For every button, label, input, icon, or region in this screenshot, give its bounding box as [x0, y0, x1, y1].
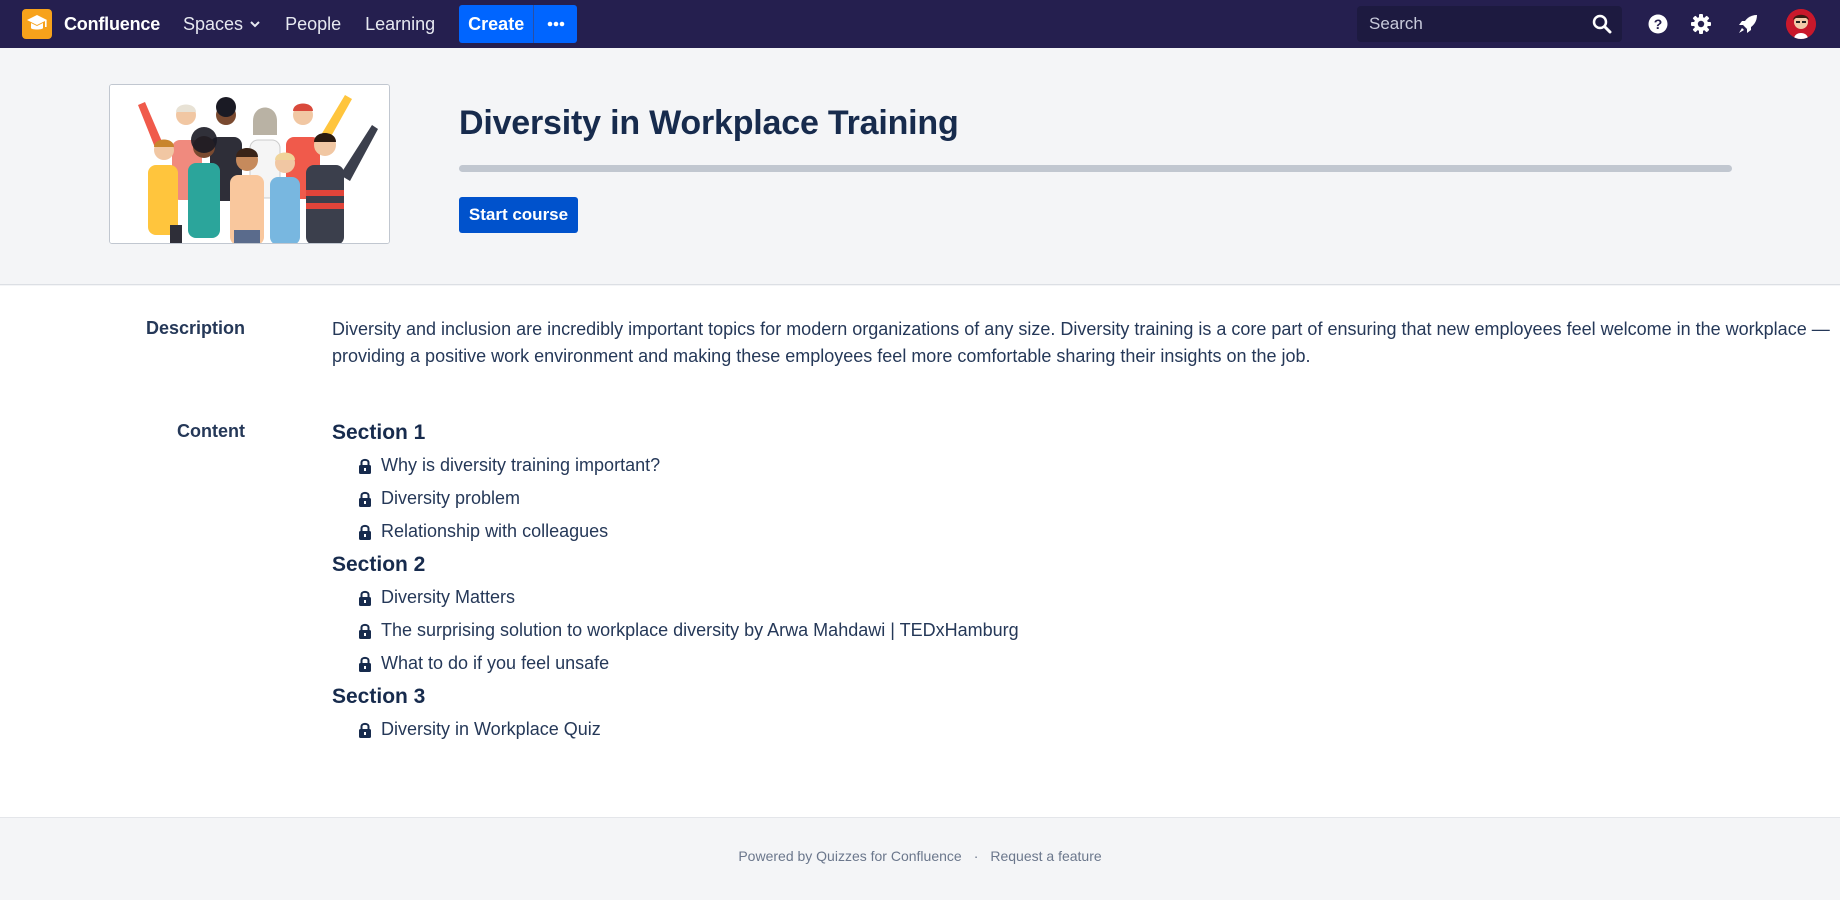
content-label: Content [177, 421, 245, 441]
notifications-icon[interactable] [1737, 13, 1759, 40]
search-icon[interactable] [1592, 14, 1612, 39]
page-footer: Powered by Quizzes for Confluence · Requ… [0, 817, 1840, 900]
ellipsis-icon [547, 21, 564, 27]
lesson-item[interactable]: What to do if you feel unsafe [332, 647, 1019, 680]
lesson-title: Relationship with colleagues [381, 521, 609, 541]
lock-icon [358, 590, 372, 606]
description-label: Description [145, 318, 245, 338]
nav-spaces-label: Spaces [183, 13, 244, 34]
course-progress-bar [459, 165, 1732, 172]
chevron-down-icon [249, 18, 261, 30]
request-feature-link[interactable]: Request a feature [990, 848, 1101, 864]
lesson-item[interactable]: Diversity in Workplace Quiz [332, 713, 1019, 746]
start-course-button[interactable]: Start course [459, 197, 578, 233]
confluence-logo-icon [22, 9, 52, 39]
brand-name: Confluence [64, 13, 161, 34]
top-navigation: Confluence Spaces People Learning Create… [0, 0, 1840, 48]
course-details: Description Diversity and inclusion are … [0, 286, 1840, 817]
search-box [1357, 6, 1622, 42]
lesson-title: Diversity problem [381, 488, 521, 508]
course-description: Diversity and inclusion are incredibly i… [332, 319, 1830, 366]
section-title: Section 1 [332, 421, 426, 444]
course-title: Diversity in Workplace Training [459, 104, 959, 142]
lesson-title: What to do if you feel unsafe [381, 653, 610, 673]
nav-spaces[interactable]: Spaces [183, 14, 261, 35]
lock-icon [358, 656, 372, 672]
lock-icon [358, 623, 372, 639]
course-content-list: Section 1 Why is diversity training impo… [332, 416, 1019, 746]
lock-icon [358, 458, 372, 474]
lesson-title: Why is diversity training important? [381, 455, 661, 475]
lesson-item[interactable]: Why is diversity training important? [332, 449, 1019, 482]
lesson-title: The surprising solution to workplace div… [381, 620, 1019, 640]
lock-icon [358, 722, 372, 738]
lock-icon [358, 524, 372, 540]
more-create-options-button[interactable] [533, 5, 578, 43]
user-avatar[interactable] [1786, 9, 1816, 39]
nav-people-label: People [285, 13, 342, 34]
confluence-logo[interactable]: Confluence [22, 9, 160, 39]
lesson-item[interactable]: The surprising solution to workplace div… [332, 614, 1019, 647]
powered-by-link[interactable]: Powered by Quizzes for Confluence [738, 848, 961, 864]
svg-text:?: ? [1654, 16, 1663, 32]
create-button[interactable]: Create [459, 5, 534, 43]
lesson-title: Diversity Matters [381, 587, 516, 607]
search-input[interactable] [1357, 14, 1577, 34]
create-button-group: Create [459, 5, 578, 43]
settings-icon[interactable] [1690, 13, 1712, 40]
section-title: Section 3 [332, 685, 426, 708]
section-title: Section 2 [332, 553, 426, 576]
nav-learning-label: Learning [365, 13, 436, 34]
lesson-item[interactable]: Diversity Matters [332, 581, 1019, 614]
help-icon[interactable]: ? [1647, 13, 1669, 40]
lesson-item[interactable]: Relationship with colleagues [332, 515, 1019, 548]
course-header: Diversity in Workplace Training Start co… [0, 48, 1840, 285]
course-cover-image [109, 84, 390, 244]
lesson-item[interactable]: Diversity problem [332, 482, 1019, 515]
lock-icon [358, 491, 372, 507]
nav-people[interactable]: People [285, 14, 341, 35]
footer-separator: · [973, 848, 979, 864]
lesson-title: Diversity in Workplace Quiz [381, 719, 601, 739]
nav-learning[interactable]: Learning [365, 14, 435, 35]
